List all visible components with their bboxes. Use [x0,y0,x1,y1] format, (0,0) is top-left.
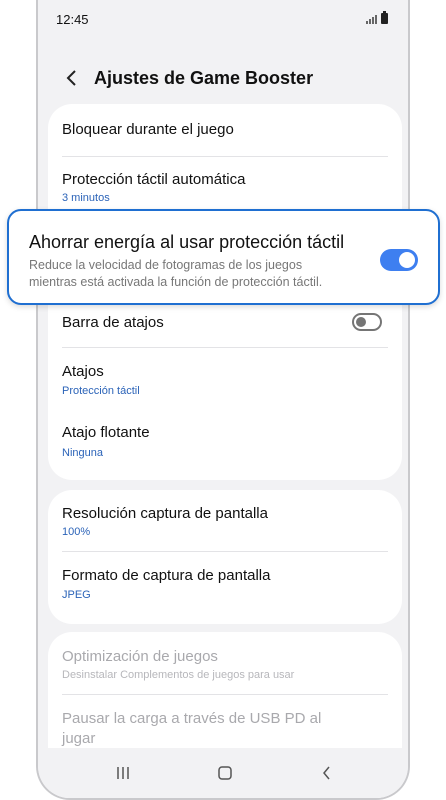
setting-value: JPEG [62,589,91,601]
setting-block-during-game[interactable]: Bloquear durante el juego [48,104,402,156]
save-energy-toggle[interactable] [380,249,418,271]
page-title: Ajustes de Game Booster [94,67,314,88]
setting-title: Resolución captura de pantalla [62,505,268,522]
setting-value: 100% [62,526,91,538]
description-line1: Reduce la velocidad de fotogramas de los… [29,258,303,272]
setting-title: Atajo flotante [62,424,150,441]
setting-screenshot-resolution[interactable]: Resolución captura de pantalla 100% [48,490,402,551]
setting-description: Reduce la velocidad de fotogramas de los… [29,257,379,291]
back-icon[interactable] [312,762,342,784]
recent-apps-icon[interactable] [108,762,138,784]
description-line2: mientras está activada la función de pro… [29,275,323,289]
navigation-bar [38,748,408,798]
shortcut-bar-toggle[interactable] [352,313,382,331]
setting-title: Bloquear durante el juego [62,121,234,138]
back-arrow-icon[interactable] [52,58,92,98]
toggle-knob [356,317,366,327]
toggle-knob [399,252,415,268]
setting-title: Barra de atajos [62,314,164,331]
phone-screen: 12:45 Ajustes de Game Booster Bloquear d… [36,0,410,800]
setting-title: Protección táctil automática [62,171,246,188]
setting-title: Optimización de juegos [62,648,218,665]
setting-title-line2: jugar [62,730,96,747]
battery-icon [381,11,388,24]
status-time: 12:45 [56,12,89,27]
header: Ajustes de Game Booster [38,58,408,98]
setting-value: Protección táctil [62,385,140,397]
home-icon[interactable] [210,762,240,784]
setting-shortcut-bar[interactable]: Barra de atajos [48,300,402,348]
setting-floating-shortcut[interactable]: Atajo flotante Ninguna [48,410,402,472]
setting-description: Desinstalar Complementos de juegos para … [62,669,295,681]
setting-auto-touch-protection[interactable]: Protección táctil automática 3 minutos [48,157,402,214]
setting-shortcuts[interactable]: Atajos Protección táctil [48,348,402,410]
settings-card-screenshot: Resolución captura de pantalla 100% Form… [48,490,402,624]
setting-value: 3 minutos [62,192,110,204]
setting-title: Formato de captura de pantalla [62,567,271,584]
status-bar: 12:45 [38,0,408,40]
setting-value: Ninguna [62,447,103,459]
highlighted-setting-save-energy[interactable]: Ahorrar energía al usar protección tácti… [7,209,440,305]
setting-game-optimization: Optimización de juegos Desinstalar Compl… [48,632,402,694]
setting-screenshot-format[interactable]: Formato de captura de pantalla JPEG [48,552,402,614]
signal-icon [366,14,377,24]
setting-title: Ahorrar energía al usar protección tácti… [29,232,345,252]
setting-title-line1: Pausar la carga a través de USB PD al [62,710,322,727]
status-icons [366,11,388,24]
setting-title: Atajos [62,363,104,380]
